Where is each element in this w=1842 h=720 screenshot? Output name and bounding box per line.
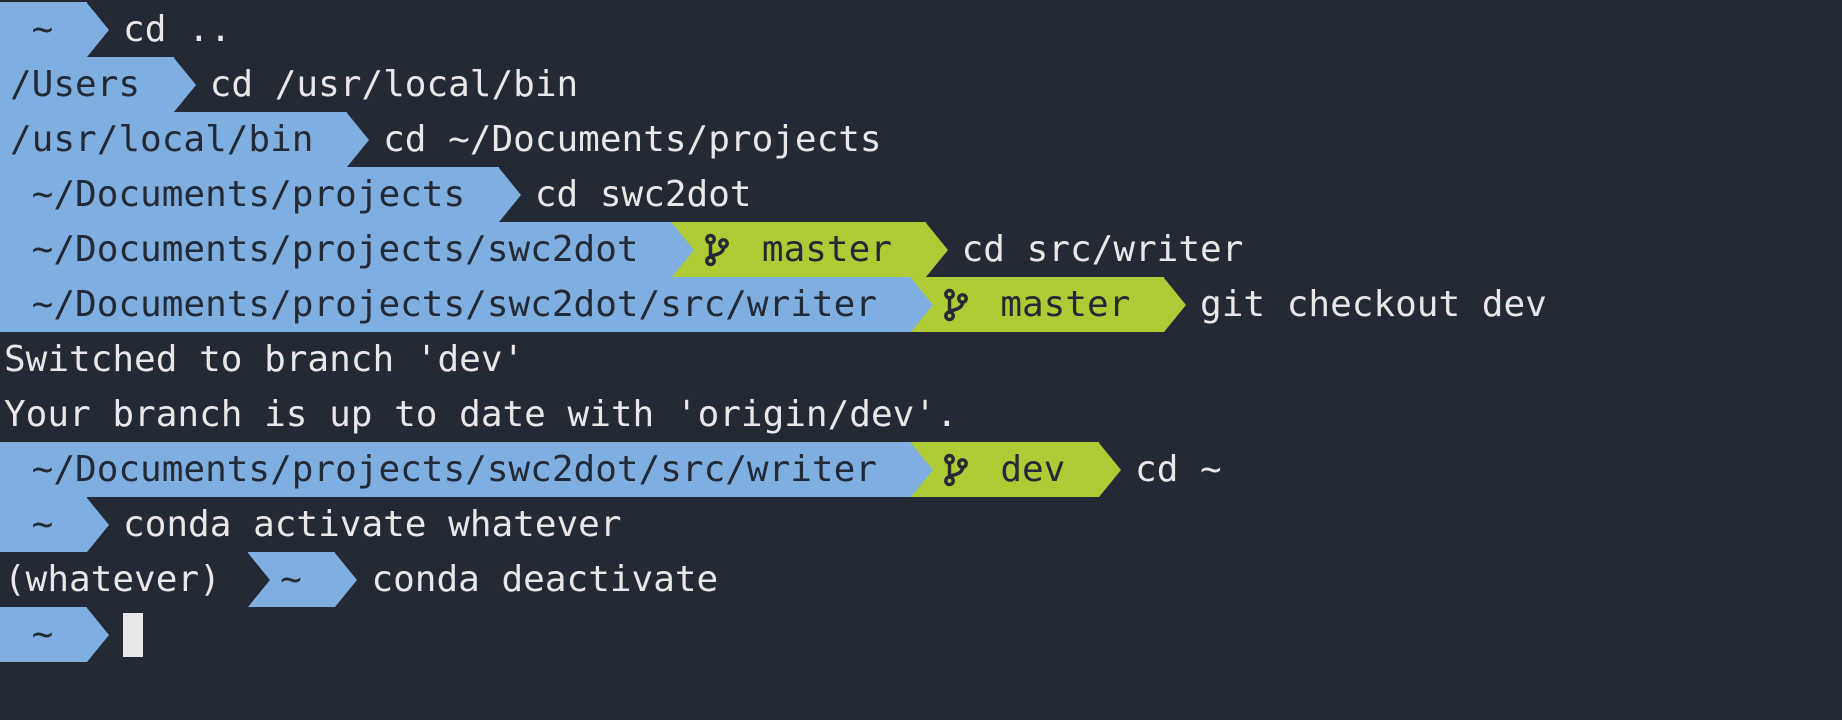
path-text: ~/Documents/projects/swc2dot	[10, 222, 660, 277]
path-text: ~/Documents/projects/swc2dot/src/writer	[10, 442, 899, 497]
command-output: Switched to branch 'dev'	[0, 332, 524, 387]
command-text: cd /usr/local/bin	[196, 57, 578, 112]
powerline-arrow	[1164, 278, 1186, 332]
command-text: cd ~	[1121, 442, 1222, 497]
powerline-arrow	[87, 608, 109, 662]
command-output: Your branch is up to date with 'origin/d…	[0, 387, 958, 442]
path-segment: ~/Documents/projects	[0, 167, 499, 222]
powerline-arrow	[911, 443, 933, 497]
git-branch-icon	[943, 287, 969, 323]
command-text: cd ..	[109, 2, 231, 57]
powerline-arrow	[926, 223, 948, 277]
path-text: ~/Documents/projects	[10, 167, 487, 222]
terminal-line: Switched to branch 'dev'	[0, 332, 1842, 387]
branch-name: dev	[979, 442, 1087, 497]
command-text: cd ~/Documents/projects	[369, 112, 882, 167]
terminal-line: /Users cd /usr/local/bin	[0, 57, 1842, 112]
path-text: ~/Documents/projects/swc2dot/src/writer	[10, 277, 899, 332]
path-segment: ~/Documents/projects/swc2dot/src/writer	[0, 442, 911, 497]
path-segment: ~	[0, 497, 87, 552]
terminal-line: /usr/local/bin cd ~/Documents/projects	[0, 112, 1842, 167]
git-branch-icon	[943, 452, 969, 488]
terminal-line: ~/Documents/projects/swc2dot master cd s…	[0, 222, 1842, 277]
powerline-arrow	[499, 168, 521, 222]
powerline-arrow	[174, 58, 196, 112]
git-branch-segment: dev	[911, 442, 1099, 497]
terminal-line: ~ cd ..	[0, 2, 1842, 57]
path-segment: ~/Documents/projects/swc2dot/src/writer	[0, 277, 911, 332]
path-text: ~	[10, 607, 75, 662]
terminal[interactable]: ~ cd ../Users cd /usr/local/bin/usr/loca…	[0, 0, 1842, 662]
path-text: /Users	[10, 57, 162, 112]
command-text: conda activate whatever	[109, 497, 622, 552]
powerline-arrow	[87, 3, 109, 57]
path-segment: ~/Documents/projects/swc2dot	[0, 222, 672, 277]
git-branch-segment: master	[911, 277, 1164, 332]
command-text: cd src/writer	[948, 222, 1244, 277]
path-text: ~	[10, 2, 75, 57]
powerline-arrow	[248, 553, 270, 607]
powerline-arrow	[911, 278, 933, 332]
powerline-arrow	[87, 498, 109, 552]
command-text: conda deactivate	[357, 552, 718, 607]
powerline-arrow	[672, 223, 694, 277]
git-branch-icon	[704, 232, 730, 268]
path-text: /usr/local/bin	[10, 112, 335, 167]
terminal-line: ~ conda activate whatever	[0, 497, 1842, 552]
powerline-arrow	[1099, 443, 1121, 497]
terminal-line: ~/Documents/projects/swc2dot/src/writer …	[0, 442, 1842, 497]
branch-name: master	[740, 222, 913, 277]
path-segment: /Users	[0, 57, 174, 112]
terminal-line: ~/Documents/projects/swc2dot/src/writer …	[0, 277, 1842, 332]
path-segment: ~	[0, 2, 87, 57]
terminal-line: ~/Documents/projects cd swc2dot	[0, 167, 1842, 222]
command-text: cd swc2dot	[521, 167, 752, 222]
branch-name: master	[979, 277, 1152, 332]
terminal-line: (whatever) ~ conda deactivate	[0, 552, 1842, 607]
terminal-line: Your branch is up to date with 'origin/d…	[0, 387, 1842, 442]
path-text: ~	[10, 497, 75, 552]
cursor[interactable]	[123, 613, 143, 657]
powerline-arrow	[347, 113, 369, 167]
path-segment: ~	[0, 607, 87, 662]
powerline-arrow	[335, 553, 357, 607]
conda-env-segment: (whatever)	[0, 552, 248, 607]
terminal-line: ~	[0, 607, 1842, 662]
git-branch-segment: master	[672, 222, 925, 277]
command-text: git checkout dev	[1186, 277, 1547, 332]
path-segment: /usr/local/bin	[0, 112, 347, 167]
